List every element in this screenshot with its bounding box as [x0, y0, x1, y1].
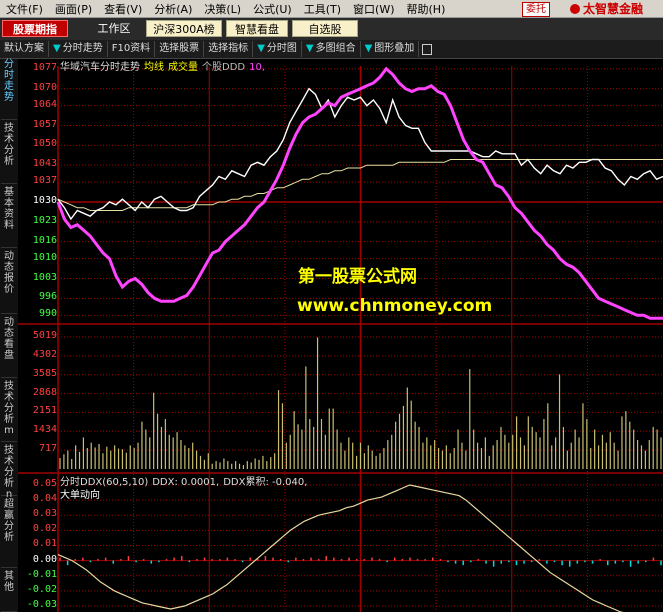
subtool-label: 选择股票	[159, 43, 200, 54]
price-axis-label: 1043	[32, 158, 57, 170]
volume-axis-label: 4302	[32, 348, 57, 360]
subtool-label: 图形叠加	[374, 43, 415, 54]
hs300-button[interactable]: 沪深300A榜	[146, 20, 222, 37]
ddx-header-part: DDX: 0.0001,	[152, 477, 220, 488]
price-axis-label: 1077	[32, 61, 57, 73]
side-tab[interactable]: 动态看盘	[1, 317, 17, 378]
side-tab[interactable]: 技术分析m	[1, 381, 17, 442]
toolbar: 股票期指 工作区 沪深300A榜 智慧看盘 自选股	[0, 18, 663, 41]
menu-bar: 文件(F) 画面(P) 查看(V) 分析(A) 决策(L) 公式(U) 工具(T) 窗口(W)…	[0, 0, 663, 18]
menu-item[interactable]: 决策(L)	[198, 1, 247, 17]
subtool-item[interactable]: 选择股票	[155, 41, 205, 57]
subtool-item[interactable]: ▼ 分时图	[253, 41, 302, 57]
ddx-axis-label: -0.01	[26, 568, 57, 580]
dropdown-arrow-icon: ▼	[364, 43, 373, 54]
ddx-header-part: DDX累积: -0.040,	[223, 477, 308, 488]
subtool-label: 分时图	[266, 43, 297, 54]
subtool-item[interactable]: 默认方案	[0, 41, 49, 57]
dropdown-arrow-icon: ▼	[53, 43, 61, 54]
ddx-axis-label: 0.00	[32, 553, 57, 565]
price-axis-label: 996	[38, 291, 57, 303]
intraday-chart[interactable]	[18, 59, 663, 612]
price-axis-label: 990	[38, 308, 57, 320]
price-axis-label: 1003	[32, 271, 57, 283]
side-tab[interactable]: 动态报价	[1, 251, 17, 314]
price-axis-label: 1030	[32, 195, 57, 206]
ddx-legend: 大单动向	[60, 490, 100, 501]
side-tabs: 分时走势技术分析基本资料动态报价动态看盘技术分析m 技术分析n 超赢分析其他	[0, 59, 18, 612]
brand-logo-icon	[570, 4, 580, 14]
price-axis-label: 1023	[32, 214, 57, 226]
subtool-label: 选择指标	[208, 43, 249, 54]
workspace-label[interactable]: 工作区	[84, 20, 144, 37]
smart-watch-button[interactable]: 智慧看盘	[226, 20, 288, 37]
lock-icon[interactable]	[422, 43, 433, 55]
volume-axis-label: 717	[38, 443, 57, 455]
dropdown-arrow-icon: ▼	[305, 43, 314, 54]
side-tab[interactable]: 技术分析	[1, 123, 17, 184]
side-tab[interactable]: 技术分析n	[1, 445, 17, 500]
price-header-part: 10,	[249, 62, 266, 73]
dropdown-arrow-icon: ▼	[257, 43, 265, 54]
brand-name: 太智慧金融	[583, 2, 644, 16]
side-tab[interactable]: 其他	[1, 571, 17, 612]
subtool-label: 分时走势	[62, 43, 103, 54]
watermark-url: www.chnmoney.com	[297, 296, 493, 316]
sub-toolbar: 默认方案 ▼ 分时走势 F10资料 选择股票 选择指标 ▼ 分时图 ▼ 多图组合 ▼ 图形叠加	[0, 40, 663, 59]
menu-item[interactable]: 文件(F)	[0, 1, 49, 17]
ddx-axis-label: 0.01	[32, 538, 57, 550]
volume-axis-label: 2868	[32, 386, 57, 398]
menu-item[interactable]: 画面(P)	[49, 1, 98, 17]
chart-background	[18, 59, 663, 612]
price-panel-header: 华域汽车分时走势 均线 成交量 个股DDD 10,	[60, 58, 269, 73]
volume-axis-label: 1434	[32, 424, 57, 436]
subtool-item[interactable]: ▼ 多图组合	[302, 41, 361, 57]
menu-item[interactable]: 查看(V)	[98, 1, 148, 17]
price-axis-label: 1064	[32, 98, 57, 110]
volume-axis-label: 5019	[32, 330, 57, 342]
subtool-label: 默认方案	[4, 43, 44, 54]
price-header-part: 成交量	[168, 62, 198, 73]
price-axis-label: 1057	[32, 118, 57, 130]
ddx-axis-label: 0.03	[32, 508, 57, 520]
ddx-axis-label: 0.05	[32, 478, 57, 490]
ddx-axis-label: -0.03	[26, 598, 57, 610]
subtool-label: F10资料	[111, 43, 151, 54]
ddx-axis-label: -0.02	[26, 583, 57, 595]
side-tab[interactable]: 分时走势	[1, 59, 17, 120]
price-axis-label: 1050	[32, 138, 57, 150]
ddx-axis-label: 0.04	[32, 493, 57, 505]
subtool-label: 多图组合	[315, 43, 356, 54]
stock-futures-button[interactable]: 股票期指	[2, 20, 68, 37]
price-header-part: 均线	[144, 62, 164, 73]
menu-item[interactable]: 帮助(H)	[401, 1, 452, 17]
price-axis-label: 1010	[32, 251, 57, 263]
order-tag[interactable]: 委托	[522, 2, 550, 17]
subtool-item[interactable]: ▼ 分时走势	[49, 41, 108, 57]
price-header-part: 个股DDD	[202, 62, 246, 73]
price-axis-label: 1070	[32, 81, 57, 93]
subtool-item[interactable]: ▼ 图形叠加	[361, 41, 420, 57]
side-tab[interactable]: 超赢分析	[1, 499, 17, 568]
watchlist-button[interactable]: 自选股	[292, 20, 358, 37]
menu-item[interactable]: 窗口(W)	[347, 1, 400, 17]
menu-item[interactable]: 公式(U)	[247, 1, 298, 17]
volume-axis-label: 2151	[32, 405, 57, 417]
watermark-title: 第一股票公式网	[298, 267, 417, 287]
ddx-axis-label: 0.02	[32, 523, 57, 535]
price-header-part: 华域汽车分时走势	[60, 62, 140, 73]
subtool-item[interactable]: 选择指标	[204, 41, 254, 57]
volume-axis-label: 3585	[32, 367, 57, 379]
price-axis-label: 1016	[32, 234, 57, 246]
menu-item[interactable]: 工具(T)	[298, 1, 347, 17]
menu-item[interactable]: 分析(A)	[148, 1, 198, 17]
price-axis-label: 1037	[32, 175, 57, 187]
subtool-item[interactable]: F10资料	[108, 41, 156, 57]
side-tab[interactable]: 基本资料	[1, 187, 17, 248]
brand: 太智慧金融	[570, 0, 643, 18]
